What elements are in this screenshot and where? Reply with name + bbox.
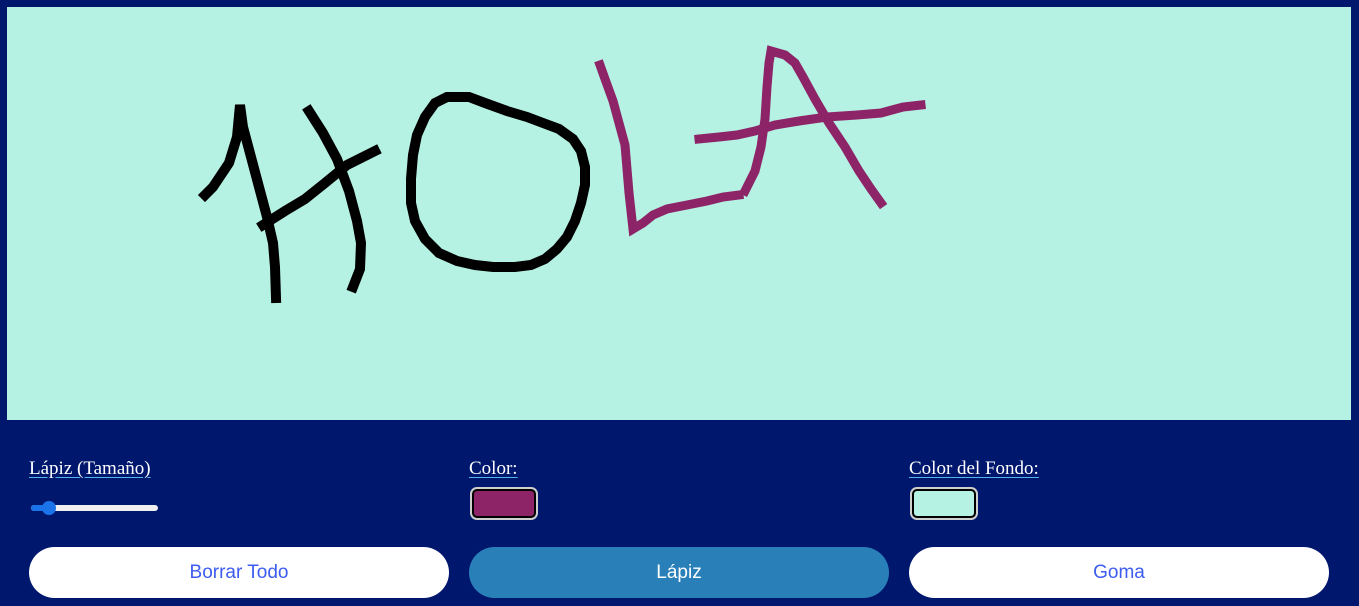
background-color-picker[interactable]	[910, 487, 978, 520]
stroke-l	[594, 59, 745, 237]
pen-color-control: Color:	[469, 458, 889, 520]
pen-color-label: Color:	[469, 458, 518, 479]
stroke-o	[406, 92, 590, 272]
pencil-size-slider[interactable]	[29, 500, 159, 516]
slider-thumb[interactable]	[42, 501, 57, 515]
drawing-canvas[interactable]	[7, 7, 1351, 420]
background-color-control: Color del Fondo:	[909, 458, 1329, 520]
stroke-h-right	[302, 104, 367, 294]
background-color-label: Color del Fondo:	[909, 458, 1039, 479]
pen-color-picker[interactable]	[470, 487, 538, 520]
pencil-button[interactable]: Lápiz	[469, 547, 889, 598]
stroke-a-bar	[694, 100, 926, 144]
eraser-button[interactable]: Goma	[909, 547, 1329, 598]
canvas-drawing	[197, 45, 926, 304]
clear-all-button[interactable]: Borrar Todo	[29, 547, 449, 598]
pencil-size-control: Lápiz (Tamaño)	[29, 458, 449, 515]
pencil-size-label: Lápiz (Tamaño)	[29, 458, 151, 479]
stroke-h-left	[197, 104, 282, 304]
